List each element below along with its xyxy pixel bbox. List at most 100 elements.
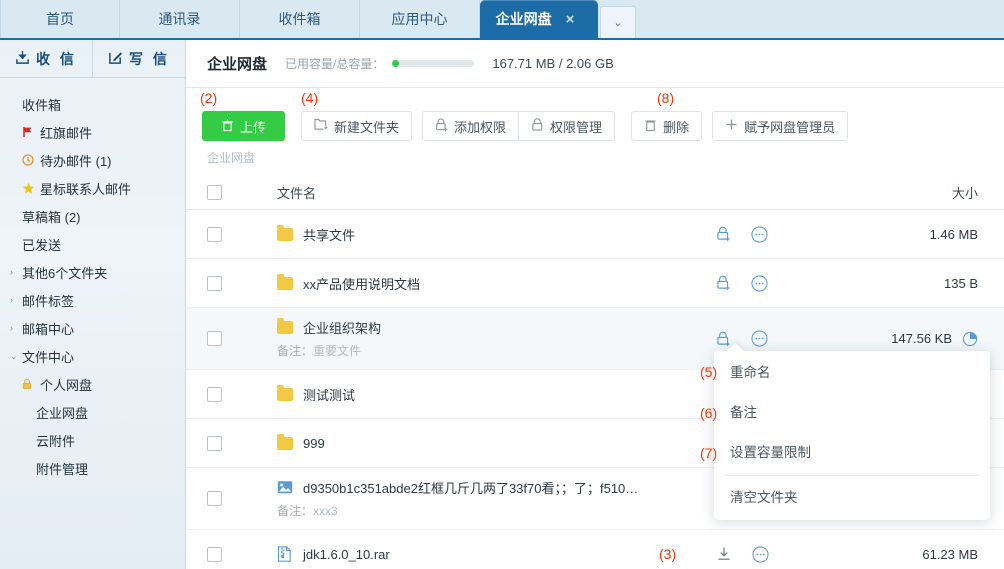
sidebar-item-mail-tags[interactable]: › 邮件标签 <box>0 286 185 314</box>
sidebar-item-personal-disk[interactable]: 个人网盘 <box>0 370 185 398</box>
sidebar-item-other-folders[interactable]: › 其他6个文件夹 <box>0 258 185 286</box>
tab-label: 收件箱 <box>278 11 321 27</box>
sidebar-item-inbox[interactable]: 收件箱 <box>0 90 185 118</box>
file-name[interactable]: 共享文件 <box>303 225 355 244</box>
file-name-cell: 企业组织架构 备注：重要文件 <box>247 318 714 359</box>
sidebar-item-sent[interactable]: 已发送 <box>0 230 185 258</box>
permission-button-group: 添加权限 权限管理 <box>422 111 616 141</box>
file-name[interactable]: 企业组织架构 <box>303 318 381 337</box>
receive-mail-button[interactable]: 收 信 <box>0 40 92 77</box>
row-checkbox[interactable] <box>207 491 222 506</box>
grant-admin-button[interactable]: 赋予网盘管理员 <box>712 111 849 141</box>
sidebar-item-enterprise-disk[interactable]: 企业网盘 <box>0 398 185 426</box>
note-value: 重要文件 <box>313 344 362 358</box>
file-size-cell: 147.56 KB <box>864 331 1004 347</box>
lock-add-icon[interactable] <box>716 226 731 242</box>
sidebar-item-label: 云附件 <box>36 433 76 449</box>
row-checkbox[interactable] <box>207 226 222 242</box>
sidebar-item-attachment-manage[interactable]: 附件管理 <box>0 454 185 482</box>
flag-icon <box>22 126 40 138</box>
download-icon[interactable] <box>716 546 732 562</box>
upload-label: 上传 <box>240 119 267 135</box>
tab-contacts[interactable]: 通讯录 <box>120 0 240 38</box>
file-note: 备注：重要文件 <box>277 342 714 359</box>
annotation-7: (7) <box>700 445 718 461</box>
folder-icon <box>277 273 293 290</box>
upload-button[interactable]: 上传 <box>202 111 286 141</box>
more-circle-icon[interactable] <box>751 225 768 243</box>
receive-mail-icon <box>15 50 30 68</box>
file-name[interactable]: 测试测试 <box>303 385 355 404</box>
annotation-3: (3) <box>659 546 677 562</box>
annotation-4: (4) <box>301 90 319 106</box>
row-checkbox[interactable] <box>207 331 222 346</box>
tab-label: 通讯录 <box>158 11 201 27</box>
more-circle-icon[interactable] <box>751 274 768 292</box>
menu-item-set-quota[interactable]: 设置容量限制 <box>714 431 990 471</box>
more-circle-icon[interactable] <box>751 330 768 347</box>
row-select-cell <box>207 491 247 506</box>
delete-button[interactable]: 删除 <box>631 111 703 141</box>
sidebar-item-file-center[interactable]: ⌄ 文件中心 <box>0 342 185 370</box>
sidebar-item-mailbox-center[interactable]: › 邮箱中心 <box>0 314 185 342</box>
annotation-2: (2) <box>200 90 218 106</box>
sidebar-item-label: 已发送 <box>22 237 62 253</box>
column-header-size: 大小 <box>951 186 978 201</box>
file-size: 135 B <box>944 275 978 291</box>
lock-add-icon[interactable] <box>716 331 731 347</box>
table-row[interactable]: xx产品使用说明文档 135 B <box>186 259 1004 308</box>
file-name-cell: 共享文件 <box>247 224 714 244</box>
breadcrumb[interactable]: 企业网盘 <box>186 146 1004 166</box>
sidebar-item-label: 个人网盘 <box>40 377 93 393</box>
row-checkbox[interactable] <box>207 546 222 562</box>
lock-add-icon[interactable] <box>716 275 731 291</box>
sidebar-item-todo[interactable]: 待办邮件 (1) <box>0 146 185 174</box>
menu-item-empty-folder[interactable]: 清空文件夹 <box>714 476 990 516</box>
sidebar-item-cloud-attachment[interactable]: 云附件 <box>0 426 185 454</box>
compose-mail-button[interactable]: 写 信 <box>92 40 185 77</box>
sidebar-item-drafts[interactable]: 草稿箱 (2) <box>0 202 185 230</box>
file-name[interactable]: 999 <box>303 436 325 451</box>
select-all-checkbox[interactable] <box>207 185 222 200</box>
table-row[interactable]: jdk1.6.0_10.rar 61.23 MB <box>186 530 1004 569</box>
chevron-down-icon[interactable]: ⌄ <box>600 6 636 38</box>
new-folder-button[interactable]: 新建文件夹 <box>301 111 413 141</box>
file-name-cell: jdk1.6.0_10.rar <box>247 546 714 562</box>
row-select-cell <box>207 386 247 402</box>
file-note: 备注：xxx3 <box>277 502 714 519</box>
tab-inbox[interactable]: 收件箱 <box>240 0 360 38</box>
compose-bar: 收 信 写 信 <box>0 40 185 78</box>
manage-permission-button[interactable]: 权限管理 <box>518 111 616 141</box>
chevron-right-icon: › <box>10 267 13 277</box>
menu-item-rename[interactable]: 重命名 <box>714 351 990 391</box>
trash-icon <box>644 118 657 135</box>
annotation-5: (5) <box>700 364 718 380</box>
sidebar-item-flagged[interactable]: 红旗邮件 <box>0 118 185 146</box>
select-all-cell <box>207 185 247 200</box>
sidebar-item-starred-contacts[interactable]: 星标联系人邮件 <box>0 174 185 202</box>
quota-pie-icon[interactable] <box>962 331 978 347</box>
row-checkbox[interactable] <box>207 386 222 402</box>
file-name[interactable]: d9350b1c351abde2红框几斤几两了33f70看；；了；f510… <box>303 478 638 497</box>
add-permission-button[interactable]: 添加权限 <box>422 111 520 141</box>
menu-item-note[interactable]: 备注 <box>714 391 990 431</box>
close-icon[interactable]: × <box>562 12 579 27</box>
sidebar: 收 信 写 信 收件箱 红旗邮件 待办邮件 (1) 星标联系人邮件 草稿箱 (2… <box>0 40 186 569</box>
sidebar-item-label: 企业网盘 <box>36 405 89 421</box>
tab-label: 首页 <box>46 11 74 27</box>
sidebar-item-label: 邮箱中心 <box>22 321 75 337</box>
table-row[interactable]: 共享文件 1.46 MB <box>186 210 1004 259</box>
row-checkbox[interactable] <box>207 275 222 291</box>
tab-home[interactable]: 首页 <box>0 0 120 38</box>
file-name[interactable]: jdk1.6.0_10.rar <box>303 547 390 562</box>
row-checkbox[interactable] <box>207 435 222 451</box>
browser-tab-bar: 首页 通讯录 收件箱 应用中心 企业网盘 × ⌄ <box>0 0 1004 40</box>
more-circle-icon[interactable] <box>752 545 769 563</box>
tab-app-center[interactable]: 应用中心 <box>360 0 480 38</box>
row-select-cell <box>207 435 247 451</box>
tab-enterprise-disk[interactable]: 企业网盘 × <box>480 0 598 38</box>
annotation-6: (6) <box>700 405 718 421</box>
file-name[interactable]: xx产品使用说明文档 <box>303 274 420 293</box>
sidebar-item-label: 其他6个文件夹 <box>22 265 108 281</box>
quota-text: 167.71 MB / 2.06 GB <box>492 56 614 71</box>
